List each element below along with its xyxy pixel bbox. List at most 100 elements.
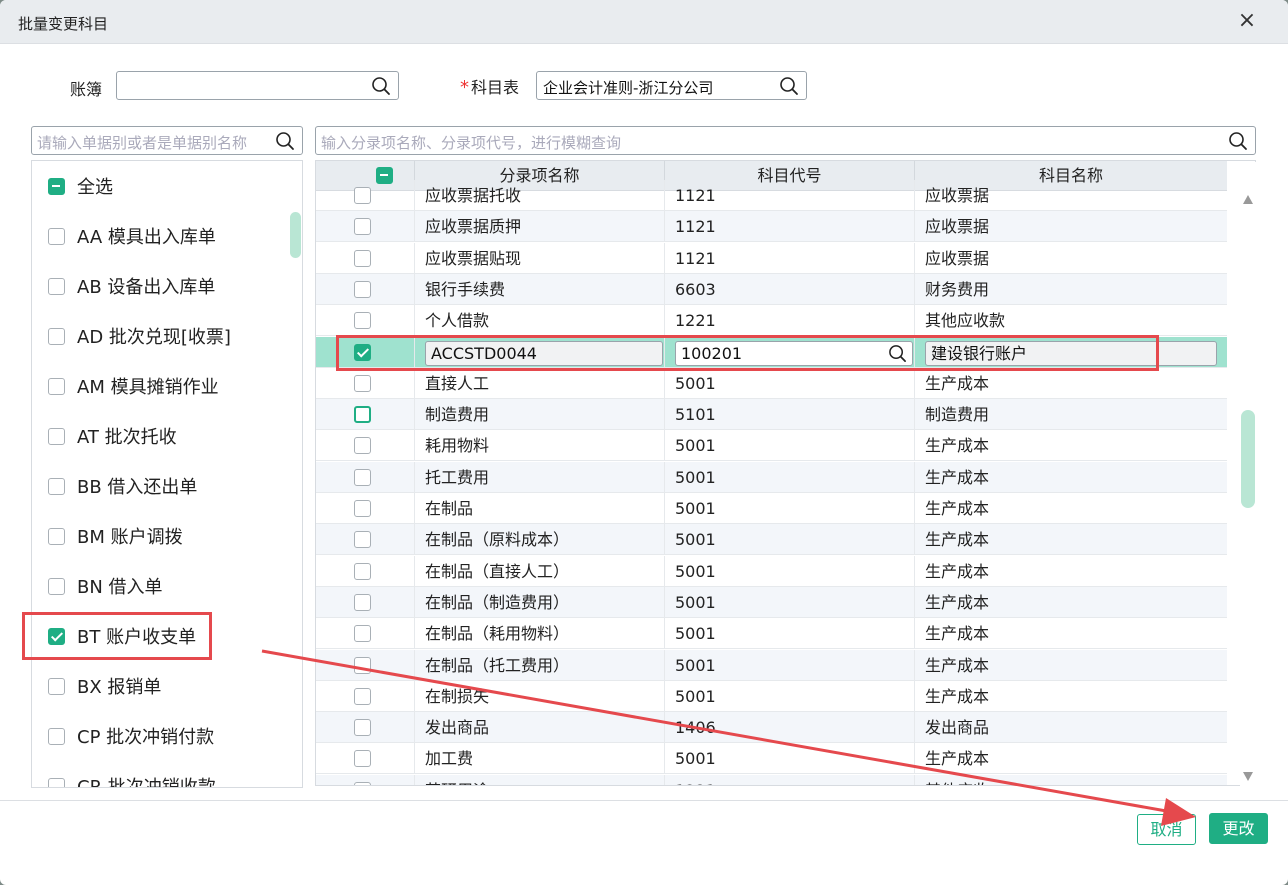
table-row[interactable]: 在制品（托工费用） 5001 生产成本 xyxy=(316,649,1227,681)
row-select-cell[interactable] xyxy=(316,680,415,712)
table-row[interactable]: 在制损失 5001 生产成本 xyxy=(316,680,1227,712)
doc-type-item[interactable]: AA 模具出入库单 xyxy=(48,223,216,249)
row-checkbox[interactable] xyxy=(354,468,371,486)
table-row[interactable]: 在制品（制造费用） 5001 生产成本 xyxy=(316,586,1227,618)
doc-type-item[interactable]: AT 批次托收 xyxy=(48,423,177,449)
row-checkbox[interactable] xyxy=(354,312,371,330)
row-select-cell[interactable] xyxy=(316,430,415,462)
change-button[interactable]: 更改 xyxy=(1209,813,1268,844)
row-checkbox[interactable] xyxy=(354,187,371,204)
row-select-cell[interactable] xyxy=(316,305,415,337)
doc-type-item[interactable]: AB 设备出入库单 xyxy=(48,273,215,299)
row-checkbox[interactable] xyxy=(354,500,371,517)
doc-type-checkbox[interactable] xyxy=(48,327,65,345)
row-checkbox[interactable] xyxy=(354,593,371,611)
search-icon[interactable] xyxy=(371,76,391,96)
chart-field[interactable]: 企业会计准则-浙江分公司 xyxy=(536,71,807,100)
doc-type-item[interactable]: AD 批次兑现[收票] xyxy=(48,323,231,349)
row-select-cell[interactable] xyxy=(316,273,415,305)
table-row[interactable]: 加工费 5001 生产成本 xyxy=(316,743,1227,775)
row-checkbox[interactable] xyxy=(354,562,371,580)
doc-type-checkbox[interactable] xyxy=(48,427,65,445)
table-row[interactable]: 发出商品 1406 发出商品 xyxy=(316,712,1227,744)
table-row[interactable]: 个人借款 1221 其他应收款 xyxy=(316,305,1227,337)
row-checkbox[interactable] xyxy=(354,374,371,392)
subject-code-input[interactable]: 100201 xyxy=(675,340,913,366)
table-row[interactable]: 应收票据贴现 1121 应收票据 xyxy=(316,242,1227,274)
row-checkbox[interactable] xyxy=(354,280,371,298)
row-select-cell[interactable] xyxy=(316,774,415,785)
search-icon[interactable] xyxy=(1228,131,1248,151)
row-checkbox[interactable] xyxy=(354,750,371,768)
doc-type-checkbox[interactable] xyxy=(48,227,65,245)
grid-scrollbar-thumb[interactable] xyxy=(1241,410,1255,508)
table-row[interactable]: 在制品（原料成本） 5001 生产成本 xyxy=(316,524,1227,556)
row-select-cell[interactable] xyxy=(316,712,415,744)
row-select-cell[interactable] xyxy=(316,524,415,556)
row-checkbox[interactable] xyxy=(354,343,371,361)
row-select-cell[interactable] xyxy=(316,399,415,431)
row-select-cell[interactable] xyxy=(316,493,415,524)
search-icon[interactable] xyxy=(275,131,295,151)
entry-search-input[interactable]: 输入分录项名称、分录项代号，进行模糊查询 xyxy=(315,126,1256,155)
row-checkbox[interactable] xyxy=(354,781,371,785)
doc-type-checkbox[interactable] xyxy=(48,627,65,645)
doc-type-item[interactable]: BB 借入还出单 xyxy=(48,473,197,499)
row-checkbox[interactable] xyxy=(354,249,371,267)
row-select-cell[interactable] xyxy=(316,180,415,211)
row-checkbox[interactable] xyxy=(354,719,371,737)
doc-type-checkbox[interactable] xyxy=(48,777,65,787)
doc-type-checkbox[interactable] xyxy=(48,377,65,395)
table-row[interactable]: 直接人工 5001 生产成本 xyxy=(316,367,1227,399)
table-row[interactable]: 托工费用 5001 生产成本 xyxy=(316,461,1227,493)
table-row[interactable]: 应收票据托收 1121 应收票据 xyxy=(316,180,1227,211)
table-row[interactable]: ACCSTD0044 100201 建设银行账户 xyxy=(316,336,1227,368)
doc-type-checkbox[interactable] xyxy=(48,577,65,595)
table-row[interactable]: 在制品（耗用物料） 5001 生产成本 xyxy=(316,618,1227,650)
doc-type-checkbox[interactable] xyxy=(48,727,65,745)
scroll-down-icon[interactable] xyxy=(1243,772,1253,781)
row-checkbox[interactable] xyxy=(354,218,371,236)
row-checkbox[interactable] xyxy=(354,531,371,549)
doc-type-item[interactable]: BM 账户调拨 xyxy=(48,523,183,549)
cancel-button[interactable]: 取消 xyxy=(1137,814,1196,845)
doc-type-list-scrollbar[interactable] xyxy=(290,212,301,258)
ledger-field[interactable] xyxy=(116,71,399,100)
row-checkbox[interactable] xyxy=(354,406,371,424)
row-select-cell[interactable] xyxy=(316,586,415,618)
doc-type-checkbox[interactable] xyxy=(48,277,65,295)
row-select-cell[interactable] xyxy=(316,649,415,681)
doc-type-item[interactable]: CP 批次冲销付款 xyxy=(48,723,214,749)
row-checkbox[interactable] xyxy=(354,437,371,455)
doc-type-checkbox[interactable] xyxy=(48,527,65,545)
scroll-up-icon[interactable] xyxy=(1243,195,1253,204)
doc-type-checkbox[interactable] xyxy=(48,177,65,195)
doc-type-item[interactable]: AM 模具摊销作业 xyxy=(48,373,219,399)
doc-type-checkbox[interactable] xyxy=(48,477,65,495)
table-row[interactable]: 耗用物料 5001 生产成本 xyxy=(316,430,1227,462)
table-row[interactable]: 劳研用途1221其他应收 xyxy=(316,774,1227,785)
table-row[interactable]: 在制品 5001 生产成本 xyxy=(316,493,1227,524)
row-checkbox[interactable] xyxy=(354,656,371,674)
row-select-cell[interactable] xyxy=(316,367,415,399)
row-select-cell[interactable] xyxy=(316,618,415,650)
row-select-cell[interactable] xyxy=(316,242,415,274)
close-icon[interactable]: × xyxy=(1236,10,1258,32)
row-select-cell[interactable] xyxy=(316,461,415,493)
search-icon[interactable] xyxy=(779,76,799,96)
doc-type-item[interactable]: BT 账户收支单 xyxy=(48,623,196,649)
table-row[interactable]: 在制品（直接人工） 5001 生产成本 xyxy=(316,555,1227,587)
search-icon[interactable] xyxy=(888,344,907,363)
row-select-cell[interactable] xyxy=(316,743,415,775)
row-select-cell[interactable] xyxy=(316,555,415,587)
row-checkbox[interactable] xyxy=(354,625,371,643)
doc-type-item[interactable]: BX 报销单 xyxy=(48,673,161,699)
row-select-cell[interactable] xyxy=(316,336,415,368)
doc-type-search-input[interactable]: 请输入单据别或者是单据别名称 xyxy=(31,126,303,155)
doc-type-item[interactable]: BN 借入单 xyxy=(48,573,163,599)
row-checkbox[interactable] xyxy=(354,687,371,705)
table-row[interactable]: 制造费用 5101 制造费用 xyxy=(316,399,1227,431)
doc-type-item[interactable]: 全选 xyxy=(48,173,113,199)
doc-type-item[interactable]: CR 批次冲销收款 xyxy=(48,773,216,787)
table-row[interactable]: 银行手续费 6603 财务费用 xyxy=(316,273,1227,305)
